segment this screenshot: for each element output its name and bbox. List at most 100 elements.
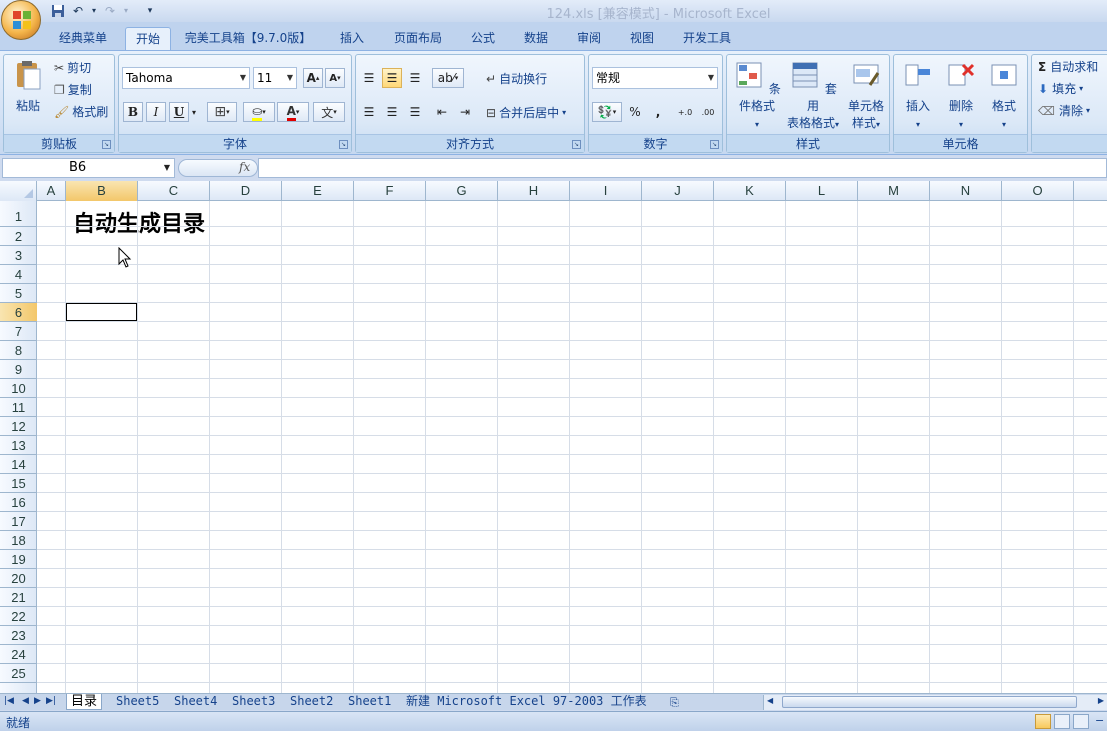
format-cells-button[interactable]: 格式 ▾ [984,59,1024,133]
row-header-11[interactable]: 11 [0,398,37,417]
increase-decimal-icon[interactable]: +.0 [675,102,695,122]
row-header-13[interactable]: 13 [0,436,37,455]
insert-sheet-icon[interactable]: ⎘ [670,696,679,710]
row-header-4[interactable]: 4 [0,265,37,284]
clear-button[interactable]: ⌫ 清除 ▾ [1038,102,1090,119]
row-header-24[interactable]: 24 [0,645,37,664]
row-header-1[interactable]: 1 [0,201,37,227]
sheet-tab-sheet3[interactable]: Sheet3 [232,694,275,710]
orientation-button[interactable]: ab⁄ ▾ [432,68,464,88]
paste-button[interactable]: 粘贴 [8,59,48,115]
zoom-out-icon[interactable]: − [1095,714,1104,727]
row-header-25[interactable]: 25 [0,664,37,683]
normal-view-icon[interactable] [1035,714,1051,729]
row-header-3[interactable]: 3 [0,246,37,265]
scroll-right-icon[interactable]: ▶ [1098,696,1104,705]
horizontal-scroll-thumb[interactable] [782,696,1077,708]
align-bottom-icon[interactable]: ☰ [405,68,425,88]
sheet-tab-sheet5[interactable]: Sheet5 [116,694,159,710]
row-header-14[interactable]: 14 [0,455,37,474]
column-header-o[interactable]: O [1002,181,1074,201]
format-as-table-button[interactable]: 套用 表格格式▾ [785,59,841,133]
fill-color-button[interactable]: ⛀ ▾ [243,102,275,122]
column-header-h[interactable]: H [498,181,570,201]
column-header-n[interactable]: N [930,181,1002,201]
row-header-16[interactable]: 16 [0,493,37,512]
font-name-combo[interactable]: Tahoma ▼ [122,67,250,89]
column-header-a[interactable]: A [37,181,66,201]
font-color-button[interactable]: A ▾ [277,102,309,122]
column-header-g[interactable]: G [426,181,498,201]
selected-cell-b6[interactable] [65,302,138,322]
borders-button[interactable]: ⊞ ▾ [207,102,237,122]
cell-styles-button[interactable]: 单元格 样式▾ [843,59,889,133]
row-header-7[interactable]: 7 [0,322,37,341]
decrease-indent-icon[interactable]: ⇤ [432,102,452,122]
row-header-9[interactable]: 9 [0,360,37,379]
sheet-tab-sheet4[interactable]: Sheet4 [174,694,217,710]
grow-font-button[interactable]: A ▴ [303,68,323,88]
row-header-23[interactable]: 23 [0,626,37,645]
cell-area[interactable]: 自动生成目录 [37,201,1107,693]
tab-classic-menu[interactable]: 经典菜单 [50,27,116,50]
insert-cells-button[interactable]: 插入 ▾ [898,59,938,133]
wrap-text-button[interactable]: ↵ 自动换行 [486,70,547,87]
phonetic-button[interactable]: 文 ▾ [313,102,345,122]
column-header-i[interactable]: I [570,181,642,201]
merge-center-button[interactable]: ⊟ 合并后居中 ▾ [486,104,566,121]
sheet-tab-catalog[interactable]: 目录 [66,694,103,710]
row-header-22[interactable]: 22 [0,607,37,626]
underline-dropdown-icon[interactable]: ▾ [189,102,199,122]
prev-sheet-icon[interactable]: ◀ [22,696,29,706]
first-sheet-icon[interactable]: |◀ [4,696,14,706]
column-header-l[interactable]: L [786,181,858,201]
shrink-font-button[interactable]: A ▾ [325,68,345,88]
tab-developer[interactable]: 开发工具 [674,27,740,50]
insert-function-button[interactable]: fx [239,160,250,174]
sheet-tab-sheet1[interactable]: Sheet1 [348,694,391,710]
clipboard-launcher-icon[interactable]: ↘ [102,140,111,149]
tab-insert[interactable]: 插入 [330,27,374,50]
tab-page-layout[interactable]: 页面布局 [385,27,451,50]
copy-button[interactable]: ❐ 复制 [54,81,92,98]
percent-button[interactable]: % [625,102,645,122]
column-header-c[interactable]: C [138,181,210,201]
row-header-15[interactable]: 15 [0,474,37,493]
fill-button[interactable]: ⬇ 填充 ▾ [1038,80,1083,97]
sheet-tab-sheet2[interactable]: Sheet2 [290,694,333,710]
font-size-combo[interactable]: 11 ▼ [253,67,297,89]
currency-button[interactable]: 💱 ▾ [592,102,622,122]
number-format-combo[interactable]: 常规 ▼ [592,67,718,89]
column-header-j[interactable]: J [642,181,714,201]
conditional-format-button[interactable]: 条件格式 ▾ [731,59,783,133]
decrease-decimal-icon[interactable]: .00 [698,102,718,122]
horizontal-scrollbar[interactable]: ◀ ▶ [763,695,1107,710]
name-box[interactable]: B6 ▼ [2,158,175,178]
office-button[interactable] [1,0,41,40]
column-header-m[interactable]: M [858,181,930,201]
italic-button[interactable]: I [146,102,166,122]
page-layout-view-icon[interactable] [1054,714,1070,729]
last-sheet-icon[interactable]: ▶| [46,696,56,706]
number-launcher-icon[interactable]: ↘ [710,140,719,149]
format-painter-button[interactable]: 🖌 格式刷 [54,103,108,120]
row-header-20[interactable]: 20 [0,569,37,588]
font-launcher-icon[interactable]: ↘ [339,140,348,149]
delete-cells-button[interactable]: 删除 ▾ [941,59,981,133]
tab-formulas[interactable]: 公式 [462,27,504,50]
scroll-left-icon[interactable]: ◀ [767,696,773,705]
column-header-b[interactable]: B [66,181,138,201]
page-break-view-icon[interactable] [1073,714,1089,729]
column-header-f[interactable]: F [354,181,426,201]
row-header-12[interactable]: 12 [0,417,37,436]
cell-b1[interactable]: 自动生成目录 [73,206,205,238]
bold-button[interactable]: B [123,102,143,122]
align-top-icon[interactable]: ☰ [359,68,379,88]
select-all-button[interactable] [0,181,37,201]
alignment-launcher-icon[interactable]: ↘ [572,140,581,149]
increase-indent-icon[interactable]: ⇥ [455,102,475,122]
align-left-icon[interactable]: ☰ [359,102,379,122]
align-right-icon[interactable]: ☰ [405,102,425,122]
row-header-5[interactable]: 5 [0,284,37,303]
row-header-10[interactable]: 10 [0,379,37,398]
